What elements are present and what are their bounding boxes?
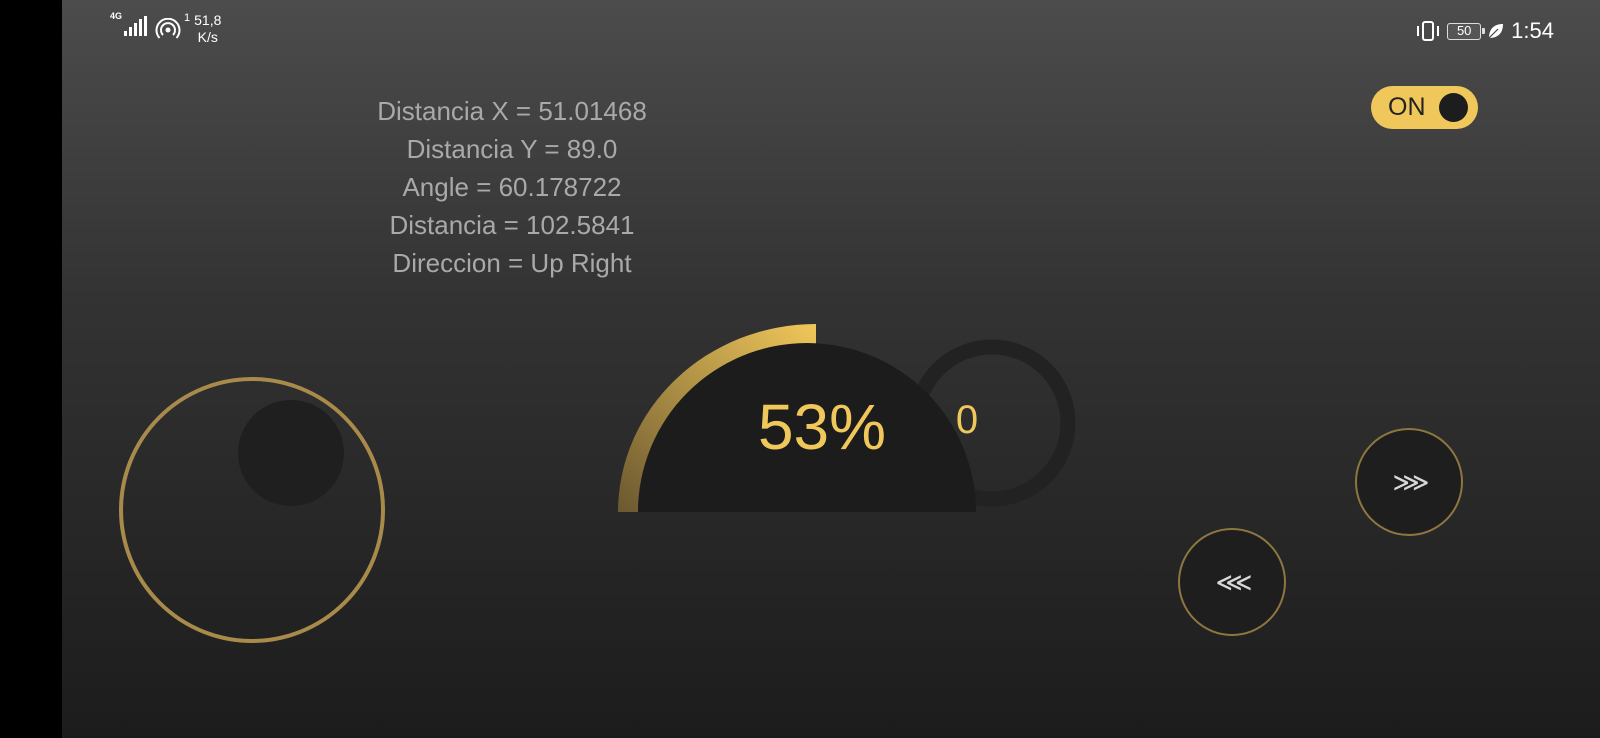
battery-indicator: 50 — [1447, 22, 1486, 40]
status-bar-left: 4G 1 51,8 K/s — [110, 12, 221, 46]
back-arrows-icon: ⋘ — [1215, 566, 1253, 597]
gauge-percent-label: 53% — [757, 391, 887, 463]
status-bar-right: 50 1:54 — [1415, 18, 1554, 44]
app-screen: 4G 1 51,8 K/s 50 1:54 Distancia X = 51.0… — [62, 0, 1600, 738]
power-saving-leaf-icon — [1488, 24, 1504, 39]
forward-button[interactable]: ⋙ — [1355, 428, 1463, 536]
power-toggle-knob — [1439, 93, 1468, 122]
joystick-knob[interactable] — [238, 400, 344, 506]
back-button[interactable]: ⋘ — [1178, 528, 1286, 636]
speed-value: 51,8 — [194, 12, 222, 28]
hotspot-icon — [155, 18, 181, 39]
distance-x-readout: Distancia X = 51.01468 — [377, 96, 647, 126]
distance-y-readout: Distancia Y = 89.0 — [406, 134, 618, 164]
vibrate-icon — [1417, 21, 1440, 41]
power-toggle-label: ON — [1388, 93, 1426, 121]
forward-arrows-icon: ⋙ — [1392, 466, 1430, 497]
counter-value: 0 — [955, 398, 979, 442]
network-type: 4G — [110, 11, 123, 21]
direction-readout: Direccion = Up Right — [392, 248, 632, 278]
hotspot-count: 1 — [184, 12, 191, 24]
clock: 1:54 — [1511, 18, 1554, 43]
angle-readout: Angle = 60.178722 — [402, 172, 622, 202]
signal-strength-icon — [124, 16, 147, 36]
power-toggle[interactable]: ON — [1371, 86, 1478, 129]
screen-edge — [0, 0, 62, 738]
joystick-readouts: Distancia X = 51.01468 Distancia Y = 89.… — [282, 92, 742, 282]
distance-readout: Distancia = 102.5841 — [389, 210, 635, 240]
speed-unit: K/s — [197, 29, 218, 45]
network-speed: 51,8 K/s — [194, 12, 221, 46]
